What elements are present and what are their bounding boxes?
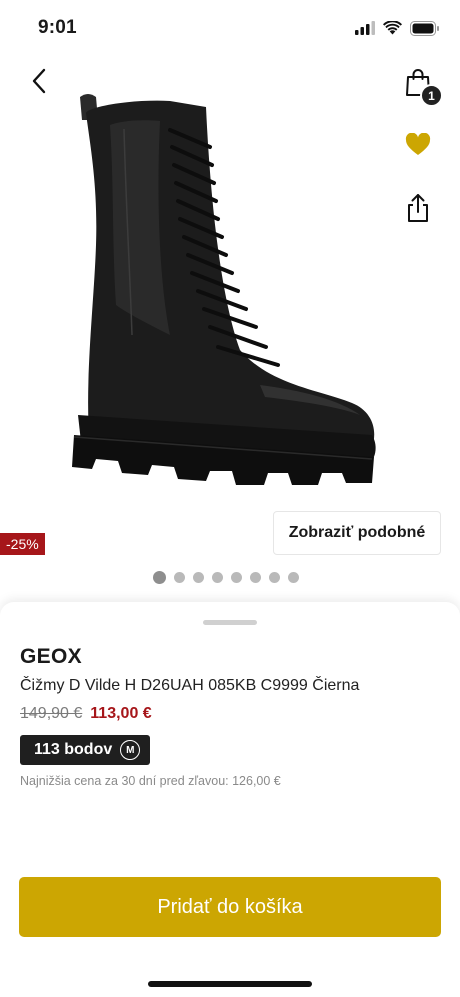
status-bar: 9:01 bbox=[0, 0, 460, 54]
price-row: 149,90 € 113,00 € bbox=[20, 705, 152, 723]
status-time: 9:01 bbox=[38, 17, 77, 38]
add-to-cart-button[interactable]: Pridať do košíka bbox=[19, 877, 441, 937]
product-image[interactable] bbox=[60, 85, 390, 505]
product-brand: GEOX bbox=[20, 645, 82, 668]
old-price: 149,90 € bbox=[20, 705, 83, 722]
chevron-left-icon bbox=[32, 68, 46, 94]
show-similar-button[interactable]: Zobraziť podobné bbox=[273, 511, 441, 555]
discount-badge: -25% bbox=[0, 533, 45, 555]
points-label: 113 bodov bbox=[34, 741, 113, 758]
new-price: 113,00 € bbox=[90, 705, 152, 722]
back-button[interactable] bbox=[22, 64, 56, 98]
share-button[interactable] bbox=[403, 192, 433, 224]
pager-dot[interactable] bbox=[269, 571, 280, 583]
home-indicator bbox=[148, 981, 312, 987]
wifi-icon bbox=[383, 21, 402, 35]
pager-dot-active[interactable] bbox=[153, 570, 166, 584]
heart-icon bbox=[405, 132, 431, 155]
signal-icon bbox=[355, 21, 375, 35]
image-pager[interactable] bbox=[153, 570, 299, 584]
status-icons bbox=[355, 19, 440, 37]
sheet-grabber[interactable] bbox=[203, 620, 257, 625]
pager-dot[interactable] bbox=[193, 571, 204, 583]
pager-dot[interactable] bbox=[174, 571, 185, 583]
lowest-price-note: Najnižšia cena za 30 dní pred zľavou: 12… bbox=[20, 774, 281, 788]
pager-dot[interactable] bbox=[288, 571, 299, 583]
cart-count-badge: 1 bbox=[420, 84, 443, 107]
product-name: Čižmy D Vilde H D26UAH 085KB C9999 Čiern… bbox=[20, 677, 360, 694]
favorite-button[interactable] bbox=[404, 131, 432, 157]
pager-dot[interactable] bbox=[231, 571, 242, 583]
pager-dot[interactable] bbox=[212, 571, 223, 583]
loyalty-points-badge: 113 bodov M bbox=[20, 735, 151, 765]
pager-dot[interactable] bbox=[250, 571, 261, 583]
battery-icon bbox=[410, 20, 439, 36]
share-icon bbox=[408, 194, 428, 222]
loyalty-m-icon: M bbox=[120, 740, 141, 760]
